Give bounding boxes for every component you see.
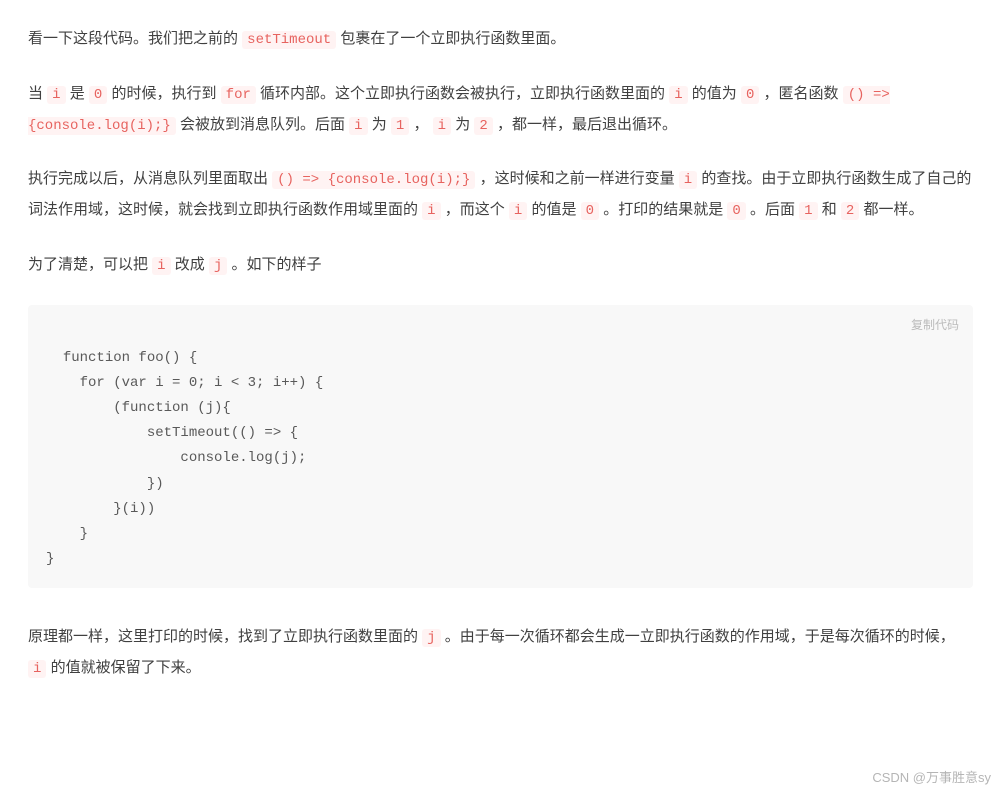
text: 的值为 xyxy=(688,85,741,102)
inline-code: i xyxy=(47,86,65,104)
inline-code: 1 xyxy=(391,117,409,135)
paragraph-1: 看一下这段代码。我们把之前的 setTimeout 包裹在了一个立即执行函数里面… xyxy=(28,24,973,55)
text: 为 xyxy=(368,116,391,133)
code-content: function foo() { for (var i = 0; i < 3; … xyxy=(46,350,323,568)
text: 改成 xyxy=(171,256,209,273)
text: ， xyxy=(409,116,432,133)
text: 包裹在了一个立即执行函数里面。 xyxy=(336,30,565,47)
text: 为了清楚，可以把 xyxy=(28,256,152,273)
inline-code: i xyxy=(349,117,367,135)
paragraph-3: 执行完成以后，从消息队列里面取出 () => {console.log(i);}… xyxy=(28,164,973,226)
inline-code: 0 xyxy=(741,86,759,104)
text: 是 xyxy=(66,85,89,102)
inline-code: 1 xyxy=(799,202,817,220)
inline-code: setTimeout xyxy=(242,31,336,49)
text: 当 xyxy=(28,85,47,102)
inline-code: i xyxy=(509,202,527,220)
inline-code: 2 xyxy=(474,117,492,135)
paragraph-5: 原理都一样，这里打印的时候，找到了立即执行函数里面的 j 。由于每一次循环都会生… xyxy=(28,622,973,684)
text: 的值就被保留了下来。 xyxy=(46,659,200,676)
code-block: 复制代码 function foo() { for (var i = 0; i <… xyxy=(28,305,973,589)
inline-code: i xyxy=(152,257,170,275)
text: ，这时候和之前一样进行变量 xyxy=(475,170,678,187)
text: ，而这个 xyxy=(441,201,509,218)
text: 为 xyxy=(451,116,474,133)
text: ，匿名函数 xyxy=(759,85,842,102)
inline-code: i xyxy=(679,171,697,189)
inline-code: i xyxy=(422,202,440,220)
inline-code: i xyxy=(669,86,687,104)
text: 。打印的结果就是 xyxy=(599,201,727,218)
copy-code-button[interactable]: 复制代码 xyxy=(911,315,959,337)
text: 的时候，执行到 xyxy=(107,85,220,102)
text: 的值是 xyxy=(527,201,580,218)
inline-code: i xyxy=(433,117,451,135)
text: 会被放到消息队列。后面 xyxy=(176,116,349,133)
inline-code: 0 xyxy=(89,86,107,104)
inline-code: () => {console.log(i);} xyxy=(272,171,475,189)
inline-code: 0 xyxy=(727,202,745,220)
paragraph-4: 为了清楚，可以把 i 改成 j 。如下的样子 xyxy=(28,250,973,281)
text: 和 xyxy=(818,201,841,218)
inline-code: j xyxy=(422,629,440,647)
text: 看一下这段代码。我们把之前的 xyxy=(28,30,242,47)
text: 都一样。 xyxy=(859,201,923,218)
inline-code: 0 xyxy=(581,202,599,220)
text: 。如下的样子 xyxy=(227,256,321,273)
inline-code: i xyxy=(28,660,46,678)
inline-code: j xyxy=(209,257,227,275)
text: 执行完成以后，从消息队列里面取出 xyxy=(28,170,272,187)
text: 原理都一样，这里打印的时候，找到了立即执行函数里面的 xyxy=(28,628,422,645)
inline-code: 2 xyxy=(841,202,859,220)
text: 循环内部。这个立即执行函数会被执行，立即执行函数里面的 xyxy=(256,85,669,102)
text: 。由于每一次循环都会生成一立即执行函数的作用域，于是每次循环的时候， xyxy=(441,628,955,645)
paragraph-2: 当 i 是 0 的时候，执行到 for 循环内部。这个立即执行函数会被执行，立即… xyxy=(28,79,973,141)
inline-code: for xyxy=(221,86,256,104)
watermark: CSDN @万事胜意sy xyxy=(872,765,991,792)
text: 。后面 xyxy=(746,201,799,218)
text: ，都一样，最后退出循环。 xyxy=(493,116,677,133)
